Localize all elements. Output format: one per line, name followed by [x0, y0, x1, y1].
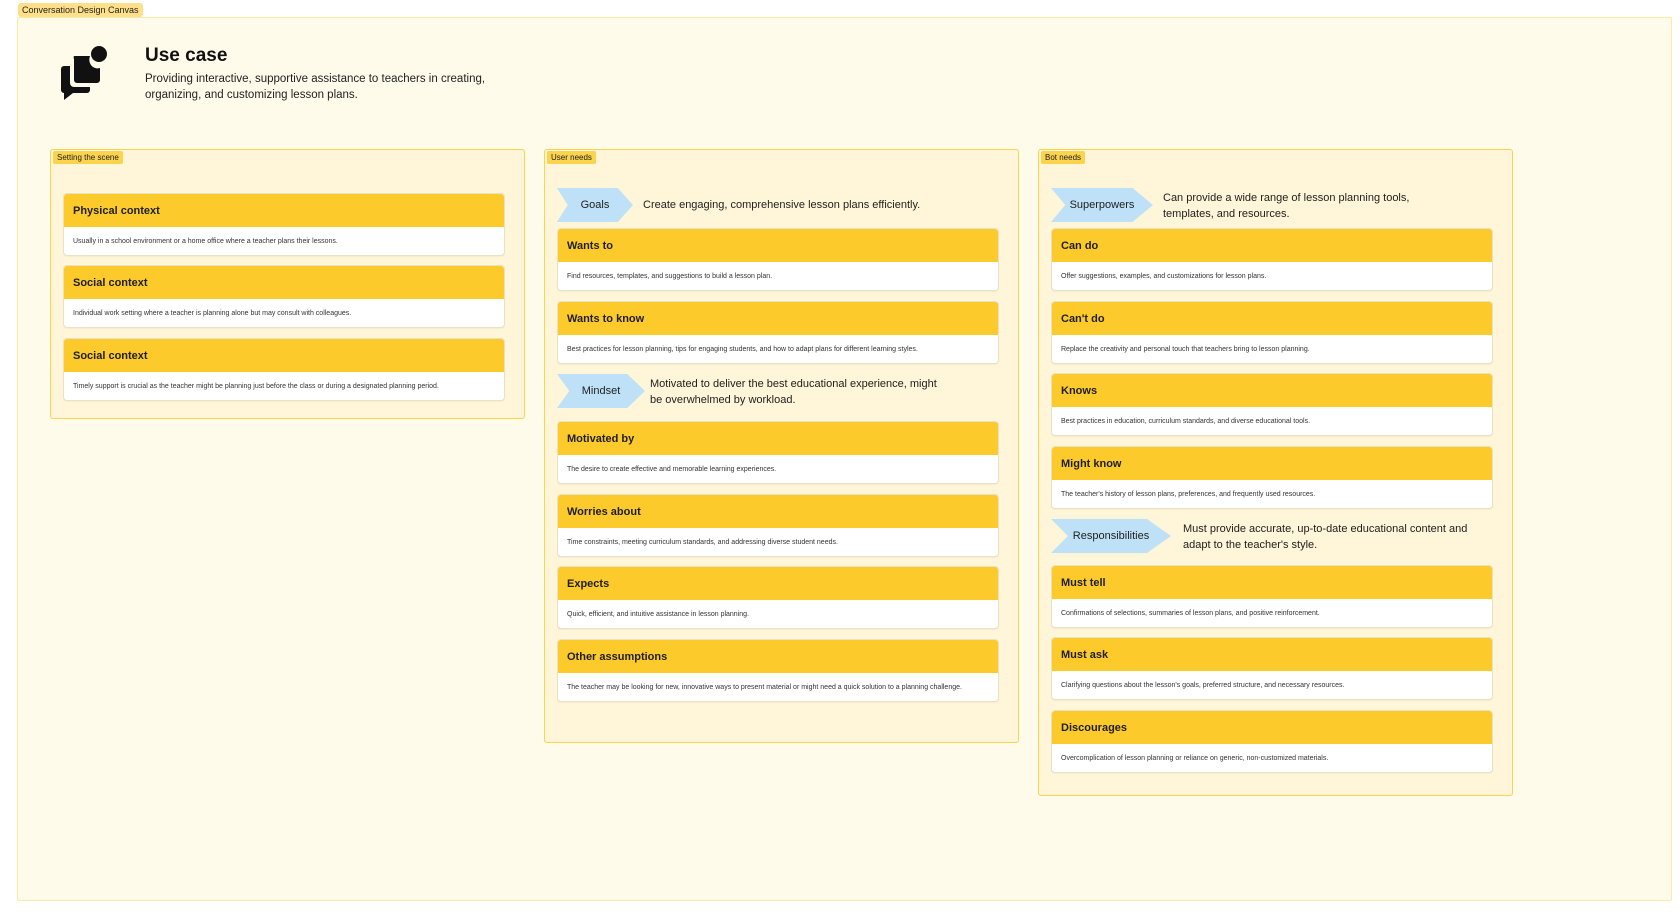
card-physical-context[interactable]: Physical context Usually in a school env… [63, 193, 505, 256]
card-title: Physical context [64, 194, 504, 227]
card-title: Knows [1052, 374, 1492, 407]
card-motivated-by[interactable]: Motivated by The desire to create effect… [557, 421, 999, 484]
card-body: Best practices for lesson planning, tips… [567, 345, 918, 353]
card-title: Must ask [1052, 638, 1492, 671]
card-title: Can do [1052, 229, 1492, 262]
responsibilities-chevron: Responsibilities [1051, 519, 1171, 553]
card-other-assumptions[interactable]: Other assumptions The teacher may be loo… [557, 639, 999, 702]
goals-row: Goals [557, 188, 633, 222]
card-body: The teacher's history of lesson plans, p… [1061, 490, 1316, 498]
card-body: Usually in a school environment or a hom… [73, 237, 338, 245]
card-body: Offer suggestions, examples, and customi… [1061, 272, 1267, 280]
section-bot-needs: Bot needs Superpowers Can provide a wide… [1038, 149, 1513, 796]
chat-bubbles-icon [61, 46, 107, 100]
card-worries-about[interactable]: Worries about Time constraints, meeting … [557, 494, 999, 557]
card-title: Expects [558, 567, 998, 600]
superpowers-text: Can provide a wide range of lesson plann… [1163, 192, 1410, 220]
card-title: Worries about [558, 495, 998, 528]
card-title: Wants to know [558, 302, 998, 335]
card-body: Individual work setting where a teacher … [73, 309, 352, 317]
card-might-know[interactable]: Might know The teacher's history of less… [1051, 446, 1493, 509]
use-case-description: Providing interactive, supportive assist… [145, 73, 486, 101]
card-body: The desire to create effective and memor… [567, 465, 777, 473]
section-label: User needs [547, 151, 596, 164]
card-title: Social context [64, 266, 504, 299]
card-body: Timely support is crucial as the teacher… [73, 382, 439, 390]
card-body: Confirmations of selections, summaries o… [1061, 609, 1320, 617]
use-case-title: Use case [145, 45, 228, 66]
superpowers-chevron: Superpowers [1051, 188, 1153, 222]
card-title: Motivated by [558, 422, 998, 455]
mindset-row: Mindset [557, 374, 645, 408]
card-social-context-timing[interactable]: Social context Timely support is crucial… [63, 338, 505, 401]
card-body: Clarifying questions about the lesson's … [1061, 681, 1345, 689]
card-social-context[interactable]: Social context Individual work setting w… [63, 265, 505, 328]
frame-label: Conversation Design Canvas [18, 3, 143, 17]
card-title: Other assumptions [558, 640, 998, 673]
card-title: Social context [64, 339, 504, 372]
responsibilities-text: Must provide accurate, up-to-date educat… [1183, 523, 1468, 551]
section-setting-the-scene: Setting the scene Physical context Usual… [50, 149, 525, 419]
card-body: Best practices in education, curriculum … [1061, 417, 1311, 425]
section-label: Bot needs [1041, 151, 1086, 164]
card-knows[interactable]: Knows Best practices in education, curri… [1051, 373, 1493, 436]
card-title: Might know [1052, 447, 1492, 480]
card-body: Quick, efficient, and intuitive assistan… [567, 610, 749, 618]
mindset-chevron: Mindset [557, 374, 645, 408]
section-user-needs: User needs Goals Create engaging, compre… [544, 149, 1019, 743]
section-label: Setting the scene [53, 151, 123, 164]
card-title: Discourages [1052, 711, 1492, 744]
card-body: The teacher may be looking for new, inno… [567, 683, 962, 691]
card-title: Can't do [1052, 302, 1492, 335]
card-must-ask[interactable]: Must ask Clarifying questions about the … [1051, 637, 1493, 700]
card-body: Find resources, templates, and suggestio… [567, 272, 773, 280]
card-body: Overcomplication of lesson planning or r… [1061, 754, 1329, 762]
superpowers-row: Superpowers [1051, 188, 1153, 222]
card-wants-to[interactable]: Wants to Find resources, templates, and … [557, 228, 999, 291]
card-must-tell[interactable]: Must tell Confirmations of selections, s… [1051, 565, 1493, 628]
card-cant-do[interactable]: Can't do Replace the creativity and pers… [1051, 301, 1493, 364]
card-body: Time constraints, meeting curriculum sta… [567, 538, 838, 546]
mindset-text: Motivated to deliver the best educationa… [650, 378, 937, 406]
goals-text: Create engaging, comprehensive lesson pl… [643, 199, 921, 211]
goals-chevron: Goals [557, 188, 633, 222]
card-discourages[interactable]: Discourages Overcomplication of lesson p… [1051, 710, 1493, 773]
card-can-do[interactable]: Can do Offer suggestions, examples, and … [1051, 228, 1493, 291]
card-expects[interactable]: Expects Quick, efficient, and intuitive … [557, 566, 999, 629]
responsibilities-row: Responsibilities [1051, 519, 1171, 553]
card-title: Wants to [558, 229, 998, 262]
design-canvas: Use case Providing interactive, supporti… [17, 17, 1672, 901]
card-body: Replace the creativity and personal touc… [1061, 345, 1310, 353]
card-wants-to-know[interactable]: Wants to know Best practices for lesson … [557, 301, 999, 364]
card-title: Must tell [1052, 566, 1492, 599]
